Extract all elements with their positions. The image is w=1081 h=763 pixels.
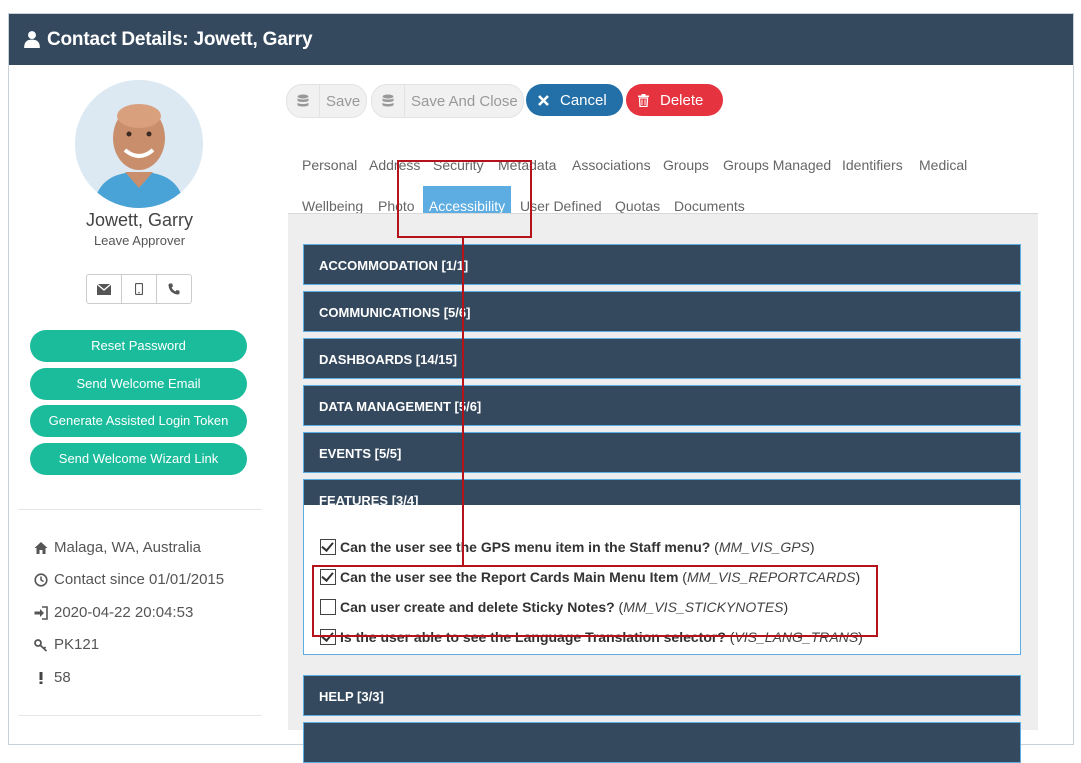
person-photo <box>75 80 203 208</box>
annotation-box-accessibility-tab <box>397 160 532 238</box>
panel-help[interactable]: HELP [3/3] <box>303 675 1021 716</box>
delete-label: Delete <box>660 91 704 109</box>
save-button[interactable]: Save <box>286 84 367 118</box>
send-welcome-email-button[interactable]: Send Welcome Email <box>30 368 247 400</box>
save-and-close-button[interactable]: Save And Close <box>371 84 524 118</box>
home-icon <box>34 541 48 554</box>
key-row: PK121 <box>34 636 99 653</box>
key-text: PK121 <box>54 636 100 653</box>
tab-user-defined[interactable]: User Defined <box>520 198 602 214</box>
tab-documents[interactable]: Documents <box>674 198 745 214</box>
tab-personal[interactable]: Personal <box>302 157 357 173</box>
window-header: Contact Details: Jowett, Garry <box>9 14 1073 65</box>
generate-login-token-button[interactable]: Generate Assisted Login Token <box>30 405 247 437</box>
page-title: Contact Details: Jowett, Garry <box>47 29 313 50</box>
feature-checkbox[interactable] <box>320 539 336 555</box>
send-welcome-wizard-button[interactable]: Send Welcome Wizard Link <box>30 443 247 475</box>
last-login-text: 2020-04-22 20:04:53 <box>54 604 194 621</box>
panel-events[interactable]: EVENTS [5/5] <box>303 432 1021 473</box>
user-icon <box>24 31 40 48</box>
database-icon <box>287 85 320 117</box>
tab-wellbeing[interactable]: Wellbeing <box>302 198 363 214</box>
contact-button-group <box>86 274 192 304</box>
email-button[interactable] <box>87 275 122 303</box>
annotation-box-features <box>312 565 878 637</box>
cancel-label: Cancel <box>560 91 607 109</box>
panel-communications[interactable]: COMMUNICATIONS [5/6] <box>303 291 1021 332</box>
save-label: Save <box>326 92 361 110</box>
phone-button[interactable] <box>157 275 191 303</box>
divider <box>18 509 262 510</box>
person-role: Leave Approver <box>93 233 186 248</box>
feature-row: Can the user see the GPS menu item in th… <box>320 539 815 555</box>
reset-password-button[interactable]: Reset Password <box>30 330 247 362</box>
phone-icon <box>168 283 180 295</box>
cancel-button[interactable]: Cancel <box>526 84 623 116</box>
clock-icon <box>34 572 48 587</box>
delete-button[interactable]: Delete <box>626 84 723 116</box>
tab-groups-managed[interactable]: Groups Managed <box>723 157 831 173</box>
location-text: Malaga, WA, Australia <box>54 539 202 556</box>
avatar <box>75 80 203 208</box>
panel-next[interactable] <box>303 722 1021 763</box>
alert-text: 58 <box>54 669 71 686</box>
envelope-icon <box>97 283 111 295</box>
exclamation-icon <box>39 671 43 684</box>
location-row: Malaga, WA, Australia <box>34 539 201 556</box>
tab-identifiers[interactable]: Identifiers <box>842 157 903 173</box>
close-icon <box>526 84 560 116</box>
sign-in-icon <box>34 605 48 620</box>
save-and-close-label: Save And Close <box>411 92 518 110</box>
contact-since-text: Contact since 01/01/2015 <box>54 571 225 588</box>
panel-dashboards[interactable]: DASHBOARDS [14/15] <box>303 338 1021 379</box>
alert-row: 58 <box>34 669 71 686</box>
panel-data-management[interactable]: DATA MANAGEMENT [5/6] <box>303 385 1021 426</box>
mobile-button[interactable] <box>122 275 157 303</box>
person-name: Jowett, Garry <box>85 210 194 230</box>
tab-medical[interactable]: Medical <box>919 157 967 173</box>
feature-question: Can the user see the GPS menu item in th… <box>340 539 711 555</box>
last-login-row: 2020-04-22 20:04:53 <box>34 604 193 621</box>
mobile-icon <box>135 283 143 295</box>
key-icon <box>34 638 48 652</box>
feature-code: MM_VIS_GPS <box>718 539 810 555</box>
contact-since-row: Contact since 01/01/2015 <box>34 571 224 588</box>
panel-accommodation[interactable]: ACCOMMODATION [1/1] <box>303 244 1021 285</box>
divider <box>18 715 262 716</box>
trash-icon <box>626 84 660 116</box>
database-icon <box>372 85 405 117</box>
tab-quotas[interactable]: Quotas <box>615 198 660 214</box>
tab-associations[interactable]: Associations <box>572 157 651 173</box>
annotation-connector-line <box>462 237 464 567</box>
tab-groups[interactable]: Groups <box>663 157 709 173</box>
